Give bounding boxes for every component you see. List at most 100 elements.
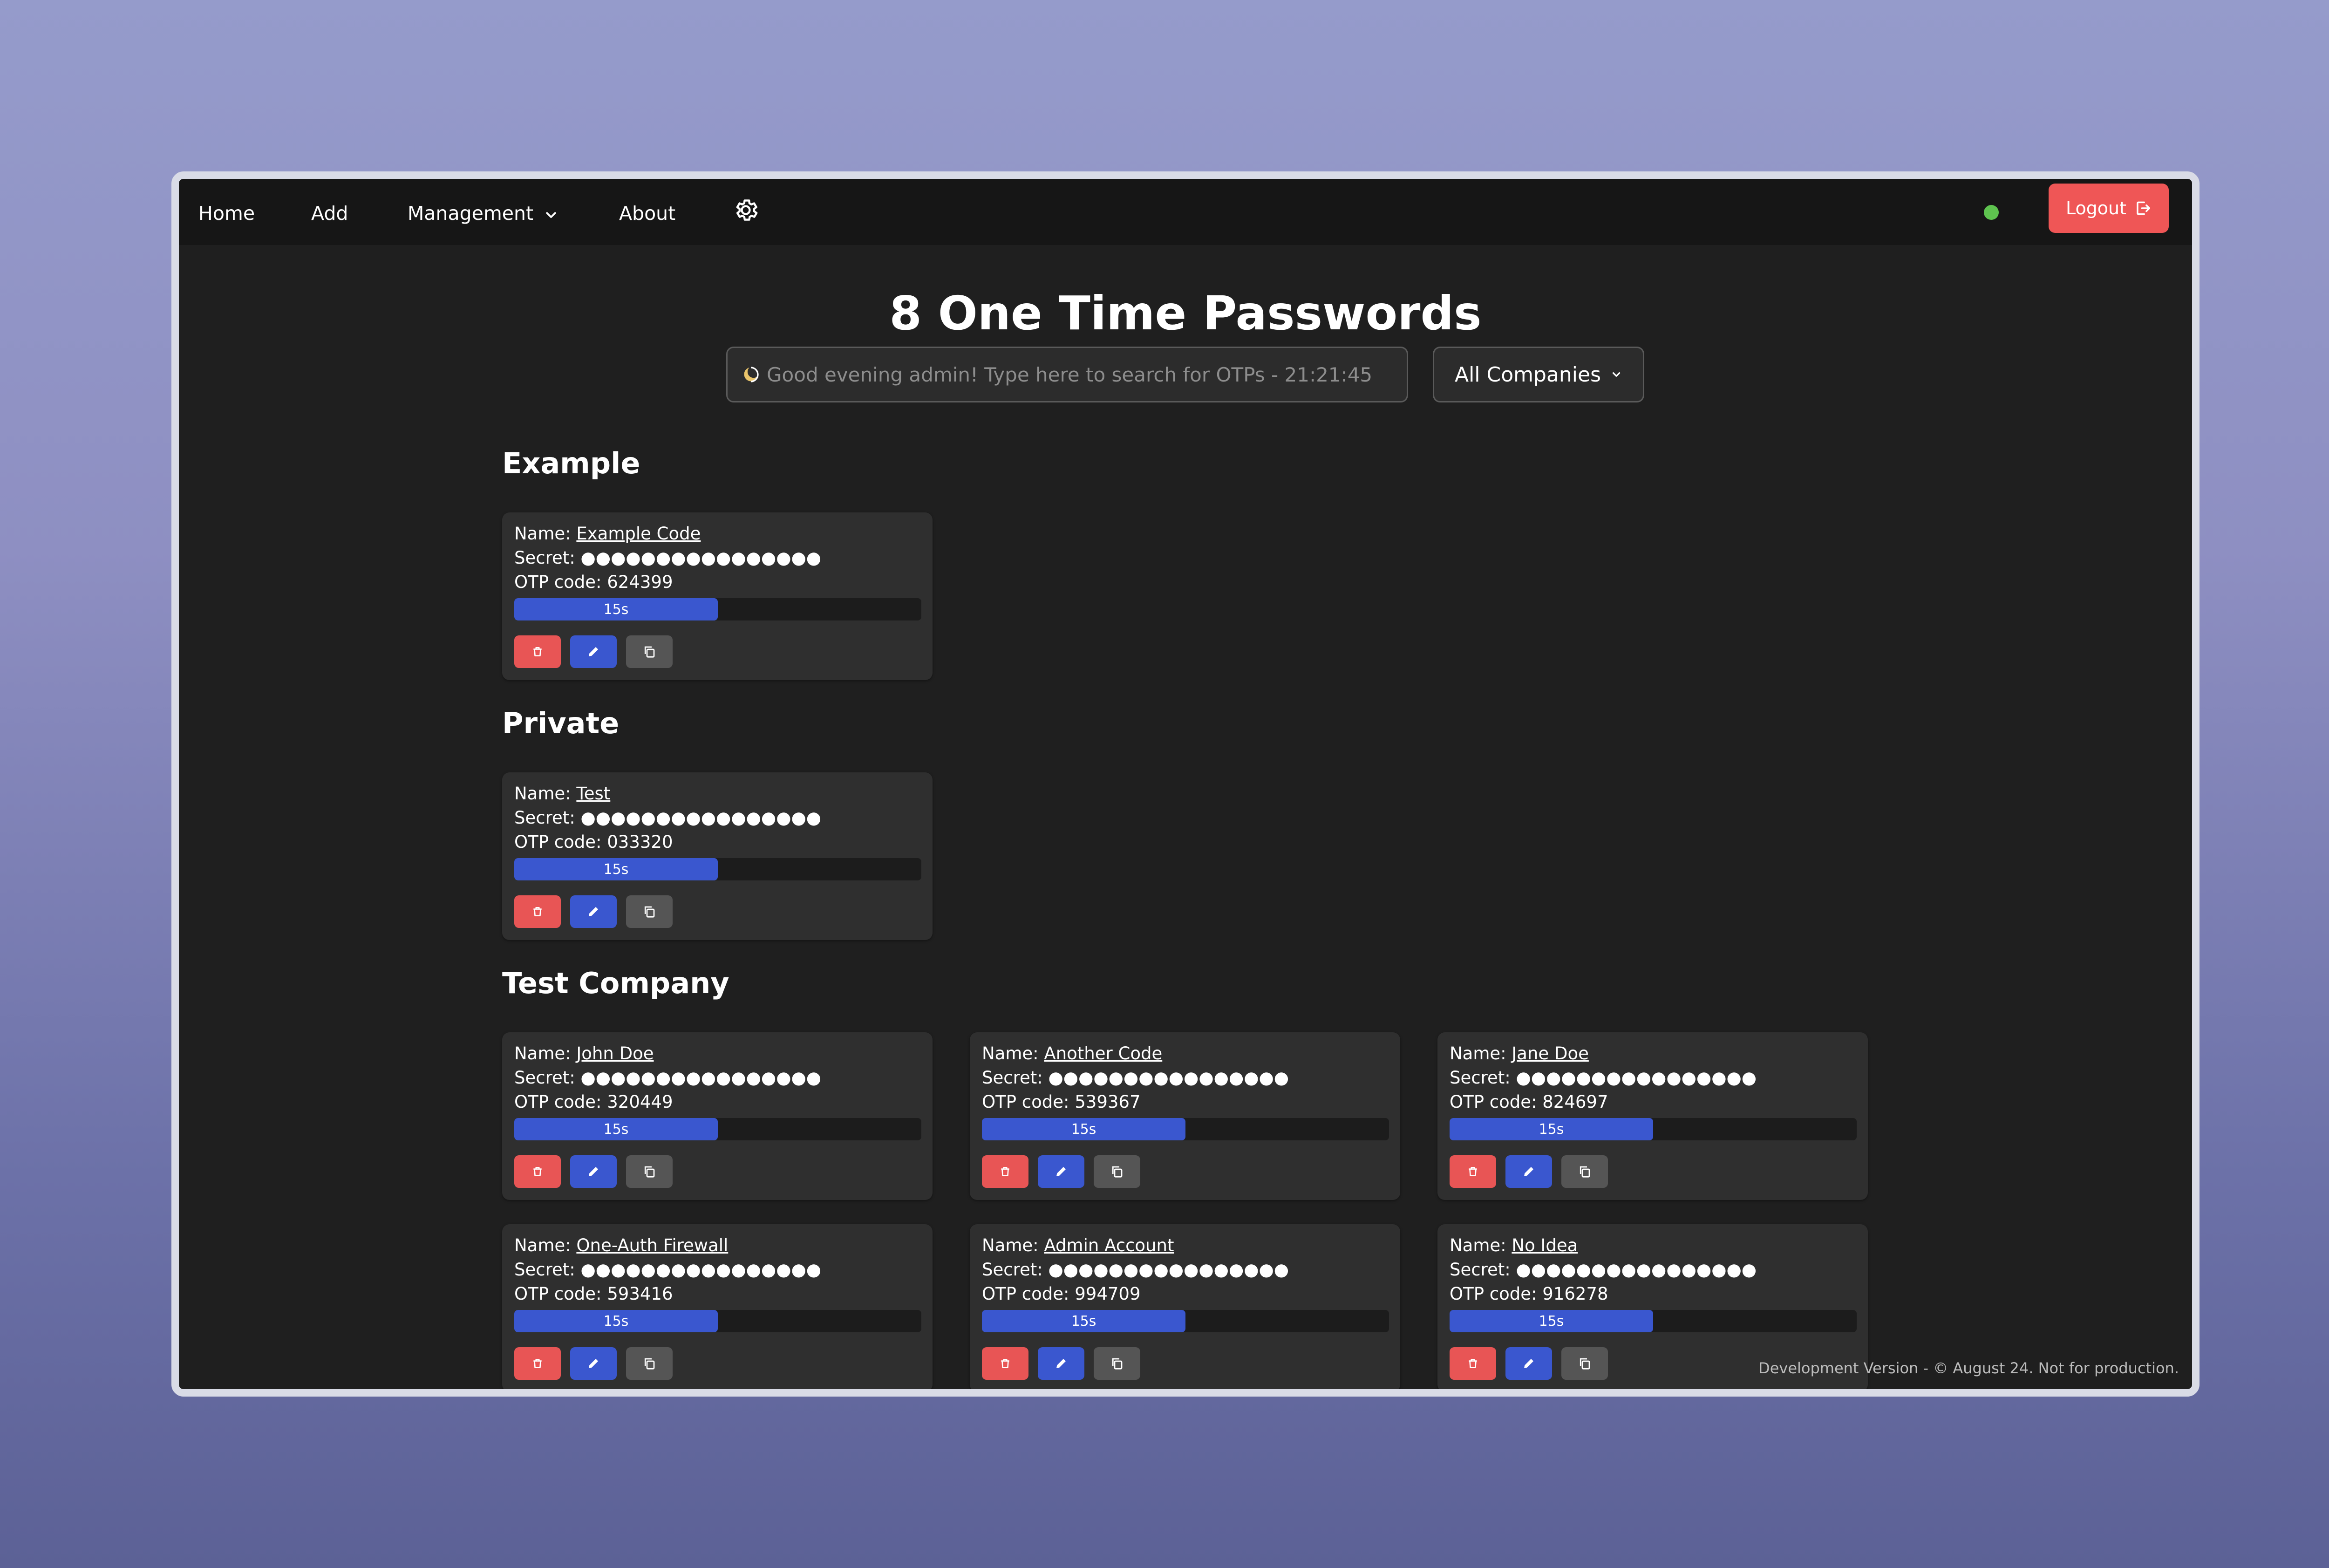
edit-button[interactable] [1505, 1347, 1552, 1380]
copy-button[interactable] [626, 895, 673, 928]
card-secret-label: Secret: [514, 1068, 575, 1088]
logout-label: Logout [2065, 198, 2127, 218]
trash-icon [1469, 1167, 1477, 1176]
pencil-icon [589, 1359, 598, 1368]
copy-button[interactable] [1561, 1347, 1608, 1380]
company-filter-value: All Companies [1454, 362, 1601, 387]
otp-timer-progress: 15s [982, 1118, 1389, 1140]
company-filter-select[interactable]: All Companies [1433, 347, 1644, 402]
card-secret-value[interactable]: ●●●●●●●●●●●●●●●● [1516, 1068, 1757, 1088]
copy-icon [644, 906, 655, 918]
pencil-icon [1524, 1167, 1533, 1176]
card-secret-value[interactable]: ●●●●●●●●●●●●●●●● [1516, 1260, 1757, 1280]
otp-timer-bar: 15s [982, 1310, 1185, 1332]
copy-button[interactable] [1094, 1347, 1140, 1380]
chevron-down-icon [546, 212, 556, 218]
top-navbar: Home Add Management About Logout [179, 179, 2192, 245]
card-name-link[interactable]: One-Auth Firewall [576, 1235, 728, 1255]
card-name-link[interactable]: No Idea [1512, 1235, 1578, 1255]
card-otp-row: OTP code: 994709 [982, 1284, 1141, 1304]
card-otp-row: OTP code: 824697 [1450, 1092, 1608, 1112]
card-secret-value[interactable]: ●●●●●●●●●●●●●●●● [581, 1260, 822, 1280]
edit-button[interactable] [570, 895, 617, 928]
edit-button[interactable] [570, 635, 617, 668]
copy-button[interactable] [626, 1347, 673, 1380]
copy-button[interactable] [1094, 1155, 1140, 1188]
gear-icon[interactable] [732, 197, 759, 224]
card-secret-label: Secret: [514, 1260, 575, 1280]
otp-card: Name: Example Code Secret: ●●●●●●●●●●●●●●… [502, 512, 933, 680]
copy-icon [1112, 1358, 1123, 1370]
chevron-down-icon [1612, 372, 1621, 377]
card-name-row: Name: Another Code [982, 1043, 1162, 1064]
otp-card: Name: Another Code Secret: ●●●●●●●●●●●●●●… [970, 1032, 1400, 1200]
copy-button[interactable] [626, 1155, 673, 1188]
card-secret-label: Secret: [982, 1068, 1043, 1088]
card-name-label: Name: [982, 1235, 1039, 1255]
connection-status-indicator [1984, 205, 1999, 220]
card-otp-value: 033320 [607, 832, 673, 852]
edit-button[interactable] [570, 1155, 617, 1188]
copy-icon [644, 646, 655, 658]
card-secret-label: Secret: [982, 1260, 1043, 1280]
otp-timer-progress: 15s [514, 858, 921, 880]
card-name-label: Name: [514, 1235, 571, 1255]
otp-card: Name: John Doe Secret: ●●●●●●●●●●●●●●●● OT… [502, 1032, 933, 1200]
search-input[interactable] [767, 363, 1407, 386]
card-name-row: Name: John Doe [514, 1043, 654, 1064]
card-secret-value[interactable]: ●●●●●●●●●●●●●●●● [581, 1068, 822, 1088]
otp-timer-label: 15s [1539, 1121, 1564, 1138]
pencil-icon [1524, 1359, 1533, 1368]
delete-button[interactable] [1450, 1347, 1496, 1380]
edit-button[interactable] [570, 1347, 617, 1380]
card-name-label: Name: [514, 784, 571, 804]
card-secret-row: Secret: ●●●●●●●●●●●●●●●● [514, 1260, 821, 1280]
pencil-icon [589, 907, 598, 916]
card-name-link[interactable]: Admin Account [1044, 1235, 1174, 1255]
edit-button[interactable] [1038, 1155, 1084, 1188]
card-secret-value[interactable]: ●●●●●●●●●●●●●●●● [581, 808, 822, 828]
card-otp-value: 916278 [1542, 1284, 1608, 1304]
card-otp-value: 624399 [607, 572, 673, 592]
card-secret-value[interactable]: ●●●●●●●●●●●●●●●● [1049, 1260, 1289, 1280]
delete-button[interactable] [982, 1155, 1028, 1188]
delete-button[interactable] [514, 1155, 561, 1188]
card-secret-row: Secret: ●●●●●●●●●●●●●●●● [514, 548, 821, 568]
delete-button[interactable] [982, 1347, 1028, 1380]
copy-button[interactable] [626, 635, 673, 668]
nav-about[interactable]: About [619, 202, 675, 225]
delete-button[interactable] [1450, 1155, 1496, 1188]
nav-management[interactable]: Management [408, 202, 558, 225]
card-secret-label: Secret: [1450, 1260, 1511, 1280]
card-secret-value[interactable]: ●●●●●●●●●●●●●●●● [581, 548, 822, 568]
page-title: 8 One Time Passwords [889, 286, 1482, 341]
card-secret-row: Secret: ●●●●●●●●●●●●●●●● [514, 808, 821, 828]
copy-button[interactable] [1561, 1155, 1608, 1188]
otp-timer-label: 15s [603, 1121, 629, 1138]
card-name-link[interactable]: John Doe [576, 1043, 654, 1064]
edit-button[interactable] [1038, 1347, 1084, 1380]
delete-button[interactable] [514, 635, 561, 668]
group-title-private: Private [502, 706, 620, 740]
logout-icon [2137, 201, 2151, 215]
card-name-link[interactable]: Test [576, 784, 610, 804]
card-otp-label: OTP code: [982, 1092, 1069, 1112]
nav-add[interactable]: Add [311, 202, 348, 225]
delete-button[interactable] [514, 1347, 561, 1380]
footer-note: Development Version - © August 24. Not f… [1758, 1359, 2179, 1377]
logout-button[interactable]: Logout [2049, 184, 2169, 233]
card-name-link[interactable]: Example Code [576, 524, 701, 544]
card-secret-value[interactable]: ●●●●●●●●●●●●●●●● [1049, 1068, 1289, 1088]
card-name-link[interactable]: Another Code [1044, 1043, 1162, 1064]
copy-icon [644, 1166, 655, 1178]
card-name-row: Name: One-Auth Firewall [514, 1235, 728, 1255]
edit-button[interactable] [1505, 1155, 1552, 1188]
card-otp-row: OTP code: 624399 [514, 572, 673, 592]
otp-timer-progress: 15s [982, 1310, 1389, 1332]
otp-timer-bar: 15s [514, 1310, 718, 1332]
pencil-icon [1056, 1359, 1066, 1368]
delete-button[interactable] [514, 895, 561, 928]
card-name-link[interactable]: Jane Doe [1512, 1043, 1588, 1064]
nav-home[interactable]: Home [198, 202, 255, 225]
search-box[interactable] [726, 347, 1408, 402]
